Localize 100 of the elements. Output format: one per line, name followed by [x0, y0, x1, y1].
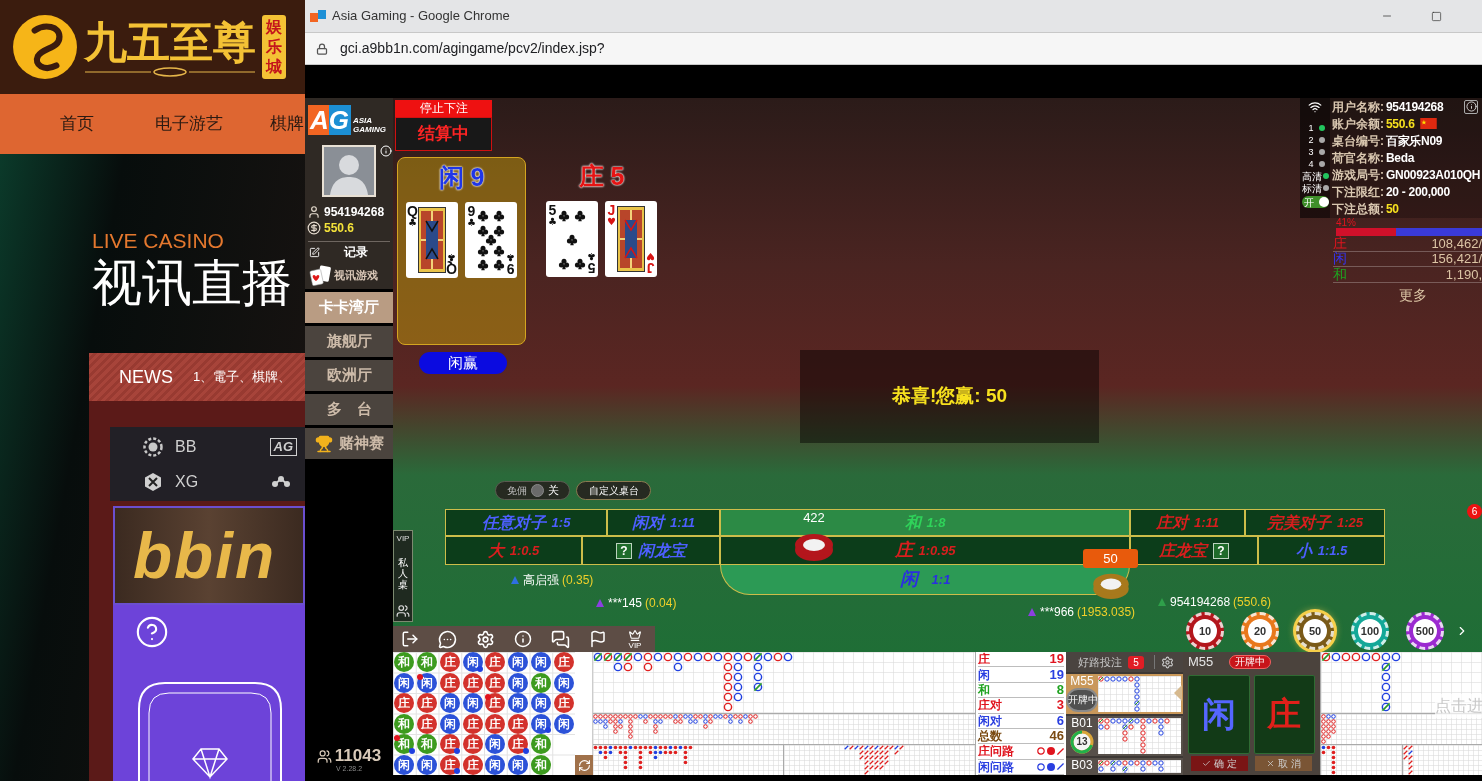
banner-logo: bbin: [133, 520, 277, 591]
bead: 闲: [417, 754, 438, 775]
player-amount: (1953.035): [1077, 604, 1136, 621]
bead: 闲: [530, 652, 551, 673]
bead: 和: [530, 754, 551, 775]
balance: 550.6: [324, 219, 355, 237]
logo-icon: [12, 14, 78, 80]
quality-option[interactable]: 高清: [1301, 170, 1322, 182]
stat-label: 庄: [978, 652, 990, 667]
commission-toggle[interactable]: 免佣 关: [495, 481, 570, 500]
settling-status: 结算中: [395, 117, 492, 151]
user-id: 954194268: [324, 203, 385, 221]
bead: 和: [530, 672, 551, 693]
playing-cards-icon: [309, 264, 333, 287]
quality-option[interactable]: 标清: [1301, 182, 1322, 194]
brand-tagline: ASIA GAMING: [353, 116, 387, 134]
good-road-item[interactable]: B03: [1066, 758, 1183, 775]
nav-link[interactable]: 棋牌: [270, 111, 304, 137]
stream-toggle[interactable]: 开: [1301, 196, 1329, 208]
card-rank: 9: [506, 262, 515, 276]
ask-road-button[interactable]: 庄问路: [978, 744, 1014, 759]
menu-link[interactable]: 记录: [344, 243, 368, 261]
nav-link[interactable]: 电子游艺: [155, 111, 223, 137]
bet-amount-badge: 50: [1083, 549, 1138, 568]
help-icon[interactable]: [135, 615, 169, 649]
chip-icon: [143, 436, 163, 457]
vip-button[interactable]: VIP: [626, 628, 644, 650]
player-name: 954194268: [1170, 594, 1231, 611]
line-number[interactable]: 3: [1301, 147, 1314, 157]
bead: 庄: [417, 693, 438, 714]
bead: 庄: [508, 734, 529, 755]
stat-value: 3: [1056, 698, 1064, 713]
card-art-drawing: [418, 207, 446, 273]
stat-label: 和: [978, 682, 990, 697]
help-badge[interactable]: ?: [1213, 542, 1229, 559]
bead: 闲: [508, 672, 529, 693]
total-value: 108,462/: [1431, 235, 1482, 251]
card-suit: ♣: [506, 252, 515, 262]
messages-icon[interactable]: [551, 629, 570, 649]
help-badge[interactable]: ?: [616, 542, 632, 559]
card-suit: ♣: [447, 252, 456, 262]
flag-icon[interactable]: [589, 630, 607, 648]
stat-label: 庄对: [978, 698, 1002, 713]
info-label: 桌台编号:: [1332, 132, 1384, 150]
menu-link[interactable]: 视讯游戏: [334, 267, 378, 284]
stat-value: 19: [1049, 652, 1064, 667]
ask-road-button[interactable]: 闲问路: [978, 759, 1014, 774]
info-icon[interactable]: [1464, 99, 1478, 114]
info-value: 20 - 200,000: [1386, 183, 1450, 201]
line-number[interactable]: 4: [1301, 159, 1314, 169]
refresh-icon[interactable]: [575, 755, 593, 775]
bet-amount: 422: [803, 510, 825, 526]
line-number[interactable]: 1: [1301, 123, 1314, 133]
good-road-item[interactable]: B01 13: [1066, 716, 1183, 756]
dot-icon: [1047, 762, 1055, 771]
card-suit: ♣: [587, 251, 596, 261]
users-icon: [316, 748, 332, 764]
nav-link[interactable]: 首页: [60, 111, 94, 137]
hall-tab[interactable]: 旗舰厅: [305, 326, 393, 357]
confirm-button[interactable]: 确 定: [1191, 756, 1248, 771]
stat-value: 46: [1049, 729, 1064, 744]
custom-table-button[interactable]: 自定义桌台: [576, 481, 651, 500]
bead: 和: [417, 734, 438, 755]
chat-icon[interactable]: [438, 629, 457, 649]
bet-area[interactable]: ? 闲龙宝: [582, 536, 720, 565]
card-rank: 5: [587, 261, 596, 275]
maximize-icon[interactable]: [1431, 10, 1442, 22]
card-rank: 5: [548, 203, 557, 217]
chip-button[interactable]: 50: [1296, 612, 1334, 650]
provider-link[interactable]: BB: [175, 434, 197, 459]
exit-icon[interactable]: [401, 630, 419, 648]
info-value: Beda: [1386, 149, 1415, 167]
card-suit: ♣: [467, 218, 476, 228]
status-badge: 开牌中: [1229, 655, 1272, 669]
hall-tab[interactable]: 欧洲厅: [305, 360, 393, 391]
good-roads-title: 好路投注: [1078, 654, 1122, 670]
stat-value: 6: [1056, 713, 1064, 728]
bead: 闲: [530, 713, 551, 734]
hall-tab[interactable]: 多 台: [305, 394, 393, 425]
more-link[interactable]: 更多: [1398, 284, 1427, 306]
line-number[interactable]: 2: [1301, 135, 1314, 145]
hall-tab[interactable]: 赌神赛: [305, 428, 393, 459]
card-rank: J: [646, 261, 655, 275]
bead: 闲: [553, 713, 574, 734]
hero-kicker: LIVE CASINO: [92, 228, 224, 254]
trophy-icon: [314, 434, 333, 453]
good-road-item[interactable]: M55 开牌中: [1066, 674, 1183, 714]
bead: 闲: [553, 672, 574, 693]
stat-value: 19: [1049, 667, 1064, 682]
settings-icon[interactable]: [1161, 655, 1174, 669]
player-name: 高启强: [523, 572, 559, 589]
bead: 庄: [439, 672, 460, 693]
bead: 庄: [439, 734, 460, 755]
info-label: 下注总额:: [1332, 200, 1384, 218]
bet-area[interactable]: 庄龙宝 ?: [1130, 536, 1258, 565]
provider-link[interactable]: XG: [175, 469, 199, 494]
cancel-button[interactable]: 取 消: [1255, 756, 1312, 771]
private-table-tab[interactable]: VIP 私人桌: [393, 530, 413, 622]
stat-label: 闲: [978, 667, 990, 682]
total-value: 1,190,: [1445, 266, 1482, 282]
